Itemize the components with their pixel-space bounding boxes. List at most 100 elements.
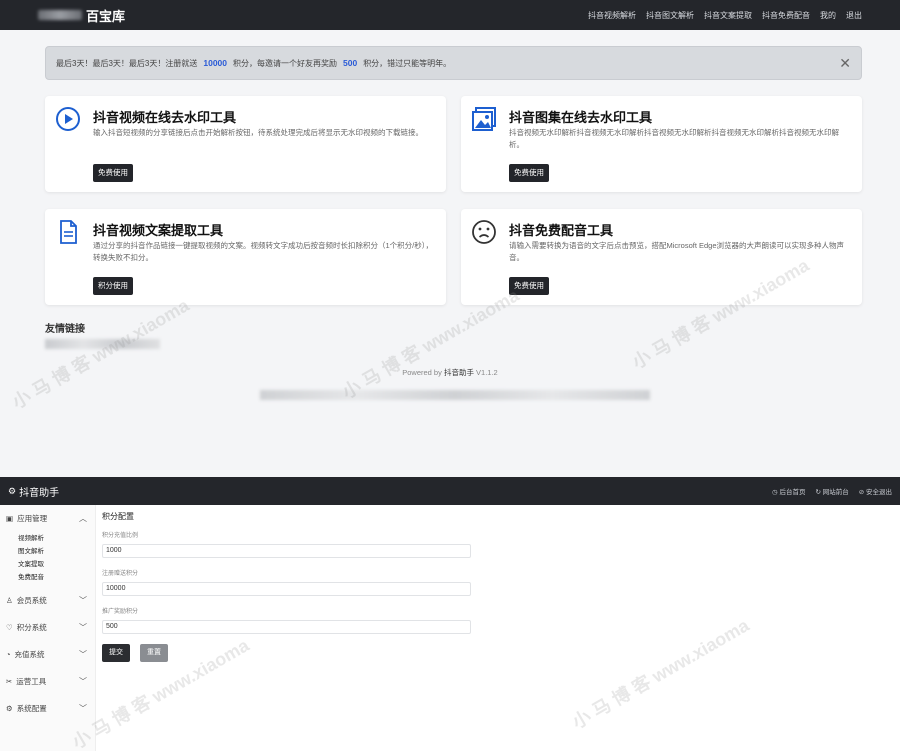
chevron-down-icon: ﹀	[79, 650, 87, 659]
sidebar-item-voice[interactable]: 免费配音	[0, 571, 95, 584]
home-icon: ◷	[771, 489, 778, 496]
promo-alert: 最后3天！最后3天！最后3天！注册就送 10000 积分，每邀请一个好友再奖励 …	[45, 46, 862, 80]
alert-text-after: 积分，错过只能等明年。	[363, 58, 452, 68]
sidebar-group-ops[interactable]: ✂ 运营工具 ﹀	[0, 668, 95, 695]
card-desc: 抖音视频无水印解析抖音视频无水印解析抖音视频无水印解析抖音视频无水印解析抖音视频…	[509, 128, 839, 149]
admin-link-logout-label: 安全退出	[866, 489, 892, 496]
powered-prefix: Powered by	[402, 368, 442, 377]
chevron-up-icon: ︿	[79, 514, 87, 523]
powered-by: Powered by 抖音助手 V1.1.2	[0, 367, 900, 378]
sidebar-group-recharge[interactable]: ◔ 充值系统 ﹀	[0, 641, 95, 668]
tools-icon: ✂	[6, 677, 13, 686]
sidebar-item-video[interactable]: 视频解析	[0, 532, 95, 545]
sidebar-group-label: 系统配置	[16, 704, 47, 713]
form-title: 积分配置	[102, 512, 134, 521]
reset-button[interactable]: 重置	[140, 644, 168, 662]
recharge-ratio-input[interactable]: 1000	[102, 544, 471, 558]
admin-sidebar: ▣ 应用管理 ︿ 视频解析 图文解析 文案提取 免费配音 ♙ 会员系统 ﹀ ♡ 积分系…	[0, 505, 96, 751]
field-label-register-points: 注册赠送积分	[102, 571, 139, 577]
card-title: 抖音免费配音工具	[509, 223, 614, 238]
top-navbar: 百宝库 抖音视频解析 抖音图文解析 抖音文案提取 抖音免费配音 我的 退出	[0, 0, 900, 30]
card-desc: 输入抖音短视频的分享链接后点击开始解析按钮，待系统处理完成后将显示无水印视频的下…	[93, 128, 423, 137]
chevron-down-icon: ﹀	[79, 596, 87, 605]
frontend-page: 百宝库 抖音视频解析 抖音图文解析 抖音文案提取 抖音免费配音 我的 退出 最后…	[0, 0, 900, 477]
free-use-button[interactable]: 免费使用	[93, 164, 133, 182]
user-icon: ♙	[6, 596, 13, 605]
tool-card-image: 抖音图集在线去水印工具 抖音视频无水印解析抖音视频无水印解析抖音视频无水印解析抖…	[461, 96, 862, 192]
site-brand[interactable]: 百宝库	[38, 6, 125, 25]
settings-icon: ⚙	[6, 704, 13, 713]
admin-topbar: ⚙ 抖音助手 ◷ 后台首页 ↻ 网站前台 ⊘ 安全退出	[0, 477, 900, 505]
admin-brand-text: 抖音助手	[19, 487, 60, 499]
admin-link-frontend[interactable]: ↻ 网站前台	[815, 486, 848, 496]
nav-link-mine[interactable]: 我的	[820, 10, 836, 21]
sidebar-group-label: 积分系统	[16, 623, 47, 632]
admin-link-home[interactable]: ◷ 后台首页	[772, 486, 805, 496]
footer-redacted	[260, 390, 650, 400]
card-desc: 通过分享的抖音作品链接一键提取视频的文案。视频转文字成功后按音频时长扣除积分（1…	[93, 241, 434, 262]
brand-redacted-blur	[38, 10, 82, 20]
tool-card-voice: 抖音免费配音工具 请输入需要转换为语音的文字后点击预览，搭配Microsoft …	[461, 209, 862, 305]
document-icon	[60, 220, 77, 244]
field-label-promo-points: 推广奖励积分	[102, 609, 139, 615]
sidebar-item-image[interactable]: 图文解析	[0, 545, 95, 558]
sidebar-group-points[interactable]: ♡ 积分系统 ﹀	[0, 614, 95, 641]
free-use-button[interactable]: 免费使用	[509, 164, 549, 182]
image-gallery-icon	[472, 107, 496, 131]
alert-invite-points: 500	[343, 58, 358, 68]
close-icon[interactable]: ✕	[839, 56, 851, 70]
card-title: 抖音视频文案提取工具	[93, 223, 224, 238]
tool-card-text: 抖音视频文案提取工具 通过分享的抖音作品链接一键提取视频的文案。视频转文字成功后…	[45, 209, 446, 305]
admin-link-logout[interactable]: ⊘ 安全退出	[859, 486, 892, 496]
chevron-down-icon: ﹀	[79, 704, 87, 713]
points-config-form: 积分配置 积分充值比例 1000 注册赠送积分 10000 推广奖励积分 500…	[102, 511, 471, 662]
nav-link-logout[interactable]: 退出	[846, 10, 862, 21]
alert-text-before: 最后3天！最后3天！最后3天！注册就送	[56, 58, 198, 68]
admin-page: ⚙ 抖音助手 ◷ 后台首页 ↻ 网站前台 ⊘ 安全退出 ▣ 应用管理 ︿ 视频解析…	[0, 477, 900, 751]
apps-icon: ▣	[6, 514, 14, 523]
powered-name[interactable]: 抖音助手	[444, 368, 474, 377]
powered-version: V1.1.2	[476, 368, 498, 377]
alert-register-points: 10000	[203, 58, 227, 68]
free-use-button[interactable]: 免费使用	[509, 277, 549, 295]
play-circle-icon	[56, 107, 80, 131]
sidebar-group-apps[interactable]: ▣ 应用管理 ︿	[0, 505, 95, 532]
sidebar-group-label: 会员系统	[16, 596, 47, 605]
field-label-recharge-ratio: 积分充值比例	[102, 533, 139, 539]
sidebar-group-system[interactable]: ⚙ 系统配置 ﹀	[0, 695, 95, 722]
nav-link-video[interactable]: 抖音视频解析	[588, 10, 636, 21]
points-icon: ♡	[6, 623, 13, 632]
logout-icon: ⊘	[858, 489, 865, 496]
submit-button[interactable]: 提交	[102, 644, 130, 662]
sidebar-group-label: 充值系统	[14, 650, 45, 659]
tool-card-video: 抖音视频在线去水印工具 输入抖音短视频的分享链接后点击开始解析按钮，待系统处理完…	[45, 96, 446, 192]
card-title: 抖音视频在线去水印工具	[93, 110, 237, 125]
alert-text-mid: 积分，每邀请一个好友再奖励	[233, 58, 337, 68]
admin-brand[interactable]: ⚙ 抖音助手	[8, 484, 59, 499]
friends-links-title: 友情链接	[45, 324, 85, 335]
nav-link-voice[interactable]: 抖音免费配音	[762, 10, 810, 21]
points-use-button[interactable]: 积分使用	[93, 277, 133, 295]
sidebar-group-members[interactable]: ♙ 会员系统 ﹀	[0, 587, 95, 614]
chevron-down-icon: ﹀	[79, 677, 87, 686]
brand-suffix: 百宝库	[86, 8, 126, 24]
card-title: 抖音图集在线去水印工具	[509, 110, 653, 125]
register-points-input[interactable]: 10000	[102, 582, 471, 596]
sidebar-group-label: 应用管理	[17, 514, 48, 523]
card-desc: 请输入需要转换为语音的文字后点击预览，搭配Microsoft Edge浏览器的大…	[509, 241, 845, 262]
recharge-icon: ◔	[6, 650, 11, 659]
nav-link-text[interactable]: 抖音文案提取	[704, 10, 752, 21]
nav-link-image[interactable]: 抖音图文解析	[646, 10, 694, 21]
form-actions: 提交 重置	[102, 644, 471, 662]
refresh-icon: ↻	[815, 489, 821, 496]
sad-face-icon	[472, 220, 496, 244]
screen: 百宝库 抖音视频解析 抖音图文解析 抖音文案提取 抖音免费配音 我的 退出 最后…	[0, 0, 900, 751]
admin-top-links: ◷ 后台首页 ↻ 网站前台 ⊘ 安全退出	[772, 486, 892, 496]
friends-links-redacted	[45, 339, 160, 349]
admin-link-frontend-label: 网站前台	[822, 489, 849, 496]
sidebar-group-label: 运营工具	[16, 677, 47, 686]
promo-points-input[interactable]: 500	[102, 620, 471, 634]
gear-icon: ⚙	[8, 485, 17, 496]
admin-link-home-label: 后台首页	[779, 489, 806, 496]
sidebar-item-text[interactable]: 文案提取	[0, 558, 95, 571]
